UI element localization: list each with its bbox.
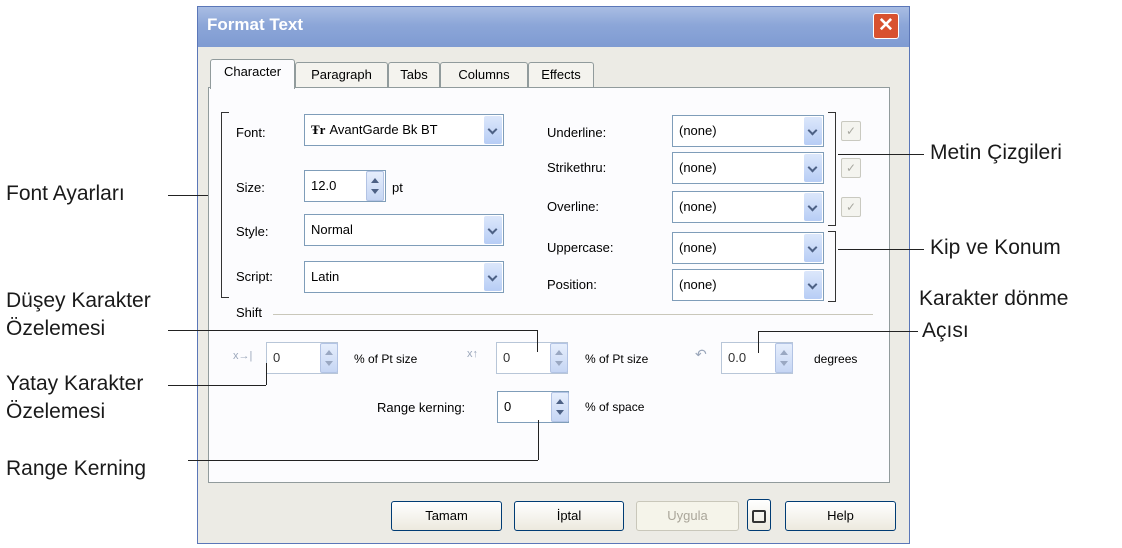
chevron-down-icon[interactable] xyxy=(804,234,822,262)
annotation-font-settings-line xyxy=(168,195,208,196)
range-kerning-value: 0 xyxy=(504,399,512,414)
size-label: Size: xyxy=(236,180,265,195)
annotation-rotation-1: Karakter dönme xyxy=(919,287,1069,310)
uppercase-value: (none) xyxy=(679,240,717,255)
range-kerning-unit: % of space xyxy=(585,400,645,414)
size-unit: pt xyxy=(392,180,403,195)
position-select[interactable]: (none) xyxy=(672,269,824,301)
underline-label: Underline: xyxy=(547,125,607,140)
strikethru-select[interactable]: (none) xyxy=(672,152,824,184)
vertical-shift-spin-arrows-icon[interactable] xyxy=(550,343,568,373)
strikethru-value: (none) xyxy=(679,160,717,175)
annotation-rotation-line xyxy=(758,331,918,332)
position-label: Position: xyxy=(547,277,597,292)
script-select[interactable]: Latin xyxy=(304,261,504,293)
chevron-down-icon[interactable] xyxy=(804,271,822,299)
rotation-spin-arrows-icon[interactable] xyxy=(775,343,793,373)
annotation-vertical-shift-2: Özelemesi xyxy=(6,317,106,340)
tab-character[interactable]: Character xyxy=(210,59,295,89)
close-icon: ✕ xyxy=(878,15,894,36)
overline-value: (none) xyxy=(679,199,717,214)
chevron-down-icon[interactable] xyxy=(804,154,822,182)
title-bar[interactable]: Format Text ✕ xyxy=(198,7,909,47)
script-label: Script: xyxy=(236,269,273,284)
annotation-horizontal-shift-line xyxy=(168,385,266,386)
position-value: (none) xyxy=(679,277,717,292)
font-type-icon: Ŧr xyxy=(311,122,326,137)
format-text-dialog: Format Text ✕ Character Paragraph Tabs C… xyxy=(197,6,910,544)
overline-checkbox-icon[interactable]: ✓ xyxy=(841,197,861,217)
shift-section-label: Shift xyxy=(236,305,263,320)
vertical-shift-unit: % of Pt size xyxy=(585,352,649,366)
script-value: Latin xyxy=(311,269,340,284)
uppercase-select[interactable]: (none) xyxy=(672,232,824,264)
range-kerning-label: Range kerning: xyxy=(377,400,466,415)
uppercase-label: Uppercase: xyxy=(547,240,614,255)
annotation-horizontal-shift-2: Özelemesi xyxy=(6,400,106,423)
shift-divider xyxy=(273,314,873,315)
annotation-vertical-shift-line xyxy=(168,330,537,331)
text-lines-bracket xyxy=(828,112,836,226)
font-group-bracket xyxy=(221,112,229,298)
overline-label: Overline: xyxy=(547,199,600,214)
tab-columns[interactable]: Columns xyxy=(440,62,528,87)
annotation-horizontal-shift-vline xyxy=(266,363,267,385)
range-kerning-spin-arrows-icon[interactable] xyxy=(551,392,569,422)
chevron-down-icon[interactable] xyxy=(484,263,502,291)
vertical-shift-icon: x↑ xyxy=(467,348,478,360)
ok-button[interactable]: Tamam xyxy=(391,501,502,531)
tab-effects[interactable]: Effects xyxy=(528,62,594,87)
annotation-horizontal-shift-1: Yatay Karakter xyxy=(6,372,144,395)
chevron-down-icon[interactable] xyxy=(804,117,822,145)
annotation-text-lines: Metin Çizgileri xyxy=(930,141,1062,164)
tab-tabs[interactable]: Tabs xyxy=(388,62,440,87)
rotation-icon: ↶ xyxy=(695,346,707,362)
character-tab-panel: Font: Ŧr AvantGarde Bk BT Size: 12.0 pt S… xyxy=(208,87,890,483)
strikethru-checkbox-icon[interactable]: ✓ xyxy=(841,158,861,178)
help-button[interactable]: Help xyxy=(785,501,896,531)
close-button[interactable]: ✕ xyxy=(873,13,899,39)
tab-paragraph[interactable]: Paragraph xyxy=(295,62,388,87)
annotation-text-lines-line xyxy=(838,154,924,155)
horizontal-shift-icon: x→| xyxy=(233,350,253,362)
chevron-down-icon[interactable] xyxy=(484,216,502,244)
chevron-down-icon[interactable] xyxy=(804,193,822,221)
underline-checkbox-icon[interactable]: ✓ xyxy=(841,121,861,141)
rotation-unit: degrees xyxy=(814,352,858,366)
mode-position-bracket xyxy=(828,231,836,302)
annotation-font-settings: Font Ayarları xyxy=(6,182,125,205)
lock-button[interactable] xyxy=(747,499,771,531)
style-value: Normal xyxy=(311,222,353,237)
dialog-title: Format Text xyxy=(207,15,304,34)
size-spin-arrows-icon[interactable] xyxy=(366,171,384,201)
horizontal-shift-spin-arrows-icon[interactable] xyxy=(320,343,338,373)
rotation-value: 0.0 xyxy=(728,350,747,365)
font-select[interactable]: Ŧr AvantGarde Bk BT xyxy=(304,114,504,146)
annotation-rotation-vline xyxy=(758,331,759,353)
underline-select[interactable]: (none) xyxy=(672,115,824,147)
font-label: Font: xyxy=(236,125,266,140)
annotation-range-kerning-line xyxy=(188,460,538,461)
apply-button[interactable]: Uygula xyxy=(636,501,739,531)
font-value: AvantGarde Bk BT xyxy=(329,122,438,137)
size-value: 12.0 xyxy=(311,178,337,193)
style-select[interactable]: Normal xyxy=(304,214,504,246)
strikethru-label: Strikethru: xyxy=(547,160,607,175)
horizontal-shift-value: 0 xyxy=(273,350,281,365)
annotation-range-kerning-vline xyxy=(538,420,539,460)
lock-icon xyxy=(752,510,766,523)
underline-value: (none) xyxy=(679,123,717,138)
annotation-range-kerning: Range Kerning xyxy=(6,457,147,480)
chevron-down-icon[interactable] xyxy=(484,116,502,144)
cancel-button[interactable]: İptal xyxy=(514,501,624,531)
annotation-vertical-shift-vline xyxy=(537,330,538,352)
style-label: Style: xyxy=(236,224,269,239)
vertical-shift-value: 0 xyxy=(503,350,511,365)
annotation-rotation-2: Açısı xyxy=(922,319,969,342)
annotation-mode-position-line xyxy=(838,249,924,250)
annotation-mode-position: Kip ve Konum xyxy=(930,236,1061,259)
annotation-vertical-shift-1: Düşey Karakter xyxy=(6,289,151,312)
horizontal-shift-unit: % of Pt size xyxy=(354,352,418,366)
overline-select[interactable]: (none) xyxy=(672,191,824,223)
